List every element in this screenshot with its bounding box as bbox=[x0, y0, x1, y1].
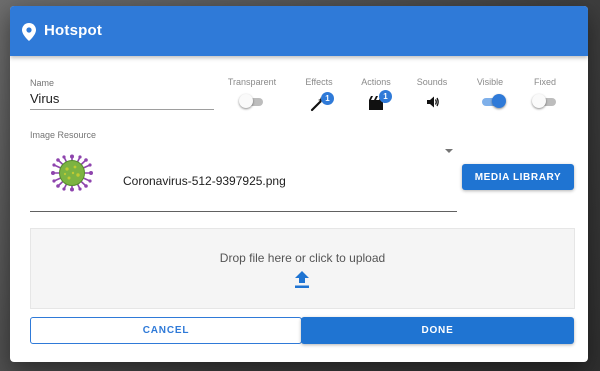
hotspot-dialog: Hotspot Name Virus Transparent Effects 1… bbox=[10, 6, 588, 362]
image-filename: Coronavirus-512-9397925.png bbox=[123, 174, 286, 188]
visible-toggle-thumb bbox=[492, 94, 506, 108]
upload-dropzone[interactable]: Drop file here or click to upload bbox=[30, 228, 575, 309]
image-resource-label: Image Resource bbox=[30, 130, 97, 140]
map-pin-icon bbox=[22, 23, 36, 41]
visible-toggle[interactable] bbox=[480, 94, 506, 110]
cancel-button[interactable]: CANCEL bbox=[30, 317, 302, 344]
transparent-label: Transparent bbox=[227, 77, 277, 87]
coronavirus-icon bbox=[51, 154, 93, 192]
actions-button[interactable]: 1 bbox=[368, 90, 394, 112]
actions-badge: 1 bbox=[379, 90, 392, 103]
transparent-toggle-thumb bbox=[239, 94, 253, 108]
image-resource-underline bbox=[30, 211, 457, 212]
transparent-toggle[interactable] bbox=[239, 94, 265, 110]
done-button[interactable]: DONE bbox=[301, 317, 574, 344]
name-label: Name bbox=[30, 78, 55, 88]
fixed-toggle[interactable] bbox=[532, 94, 558, 110]
fixed-label: Fixed bbox=[533, 77, 556, 87]
name-input[interactable]: Virus bbox=[30, 91, 59, 106]
actions-label: Actions bbox=[361, 77, 391, 87]
dialog-title: Hotspot bbox=[44, 22, 103, 39]
visible-label: Visible bbox=[476, 77, 504, 87]
effects-label: Effects bbox=[305, 77, 333, 87]
chevron-down-icon[interactable] bbox=[445, 149, 453, 153]
dialog-header: Hotspot bbox=[10, 6, 588, 56]
dropzone-text: Drop file here or click to upload bbox=[219, 251, 386, 265]
sounds-label: Sounds bbox=[416, 77, 448, 87]
upload-icon bbox=[295, 271, 309, 288]
speaker-icon[interactable] bbox=[426, 95, 440, 109]
effects-button[interactable]: 1 bbox=[310, 92, 334, 112]
name-input-underline bbox=[30, 109, 214, 110]
media-library-button[interactable]: MEDIA LIBRARY bbox=[462, 164, 574, 190]
effects-badge: 1 bbox=[321, 92, 334, 105]
fixed-toggle-thumb bbox=[532, 94, 546, 108]
